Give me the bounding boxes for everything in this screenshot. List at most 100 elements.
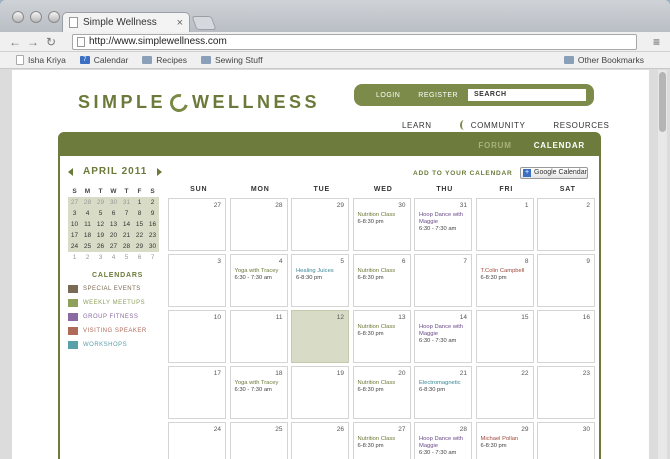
close-tab-icon[interactable]: × [177, 17, 183, 29]
mini-day[interactable]: 19 [94, 230, 107, 241]
mini-day[interactable]: 6 [133, 252, 146, 263]
mini-day[interactable]: 20 [107, 230, 120, 241]
forward-icon[interactable]: → [24, 35, 42, 49]
back-icon[interactable]: ← [6, 35, 24, 49]
mini-day[interactable]: 5 [94, 208, 107, 219]
mini-day[interactable]: 8 [133, 208, 146, 219]
day-cell[interactable]: 30 [537, 422, 595, 459]
next-month-icon[interactable] [157, 167, 163, 176]
mini-day[interactable]: 3 [68, 208, 81, 219]
minimize-window-button[interactable] [30, 11, 42, 23]
calendar-filter-item[interactable]: VISITING SPEAKER [68, 327, 147, 335]
register-link[interactable]: REGISTER [418, 92, 458, 99]
bookmark-calendar[interactable]: 7 Calendar [79, 55, 128, 65]
calendar-filter-item[interactable]: GROUP FITNESS [68, 313, 147, 321]
calendar-filter-item[interactable]: SPECIAL EVENTS [68, 285, 147, 293]
mini-day[interactable]: 6 [107, 208, 120, 219]
day-cell[interactable]: 29 [291, 198, 349, 251]
mini-day[interactable]: 27 [107, 241, 120, 252]
mini-day[interactable]: 29 [133, 241, 146, 252]
day-cell[interactable]: 14 Hoop Dance with Maggie 6:30 - 7:30 am [414, 310, 472, 363]
mini-day[interactable]: 29 [94, 197, 107, 208]
day-cell[interactable]: 20 Nutrition Class 6-8:30 pm [352, 366, 412, 419]
mini-day[interactable]: 9 [146, 208, 159, 219]
bookmark-isha-kriya[interactable]: Isha Kriya [16, 55, 66, 65]
day-cell[interactable]: 7 [414, 254, 472, 307]
mini-day[interactable]: 30 [107, 197, 120, 208]
event-entry[interactable]: Nutrition Class 6-8:30 pm [358, 380, 412, 394]
day-cell[interactable]: 25 [229, 422, 288, 459]
event-entry[interactable]: Nutrition Class 6-8:30 pm [358, 212, 412, 226]
mini-day[interactable]: 13 [107, 219, 120, 230]
day-cell[interactable]: 27 [168, 198, 226, 251]
day-cell[interactable]: 28 [229, 198, 288, 251]
mini-day[interactable]: 4 [107, 252, 120, 263]
event-entry[interactable]: Nutrition Class 6-8:30 pm [358, 436, 412, 450]
day-cell[interactable]: 29 Michael Pollan 6-8:30 pm [475, 422, 535, 459]
google-calendar-button[interactable]: + Google Calendar [520, 167, 588, 179]
mini-day[interactable]: 2 [81, 252, 94, 263]
calendar-filter-item[interactable]: WORKSHOPS [68, 341, 147, 349]
day-cell[interactable]: 27 Nutrition Class 6-8:30 pm [352, 422, 412, 459]
event-entry[interactable]: Michael Pollan 6-8:30 pm [481, 436, 535, 450]
tab-calendar[interactable]: CALENDAR [534, 141, 585, 150]
day-cell[interactable]: 23 [537, 366, 595, 419]
nav-community[interactable]: COMMUNITY [459, 120, 526, 130]
nav-learn[interactable]: LEARN [402, 120, 432, 130]
day-cell[interactable]: 17 [168, 366, 226, 419]
mini-day[interactable]: 5 [120, 252, 133, 263]
event-entry[interactable]: Healing Juices 6-8:30 pm [296, 268, 350, 282]
mini-day[interactable]: 10 [68, 219, 81, 230]
event-entry[interactable]: Nutrition Class 6-8:30 pm [358, 324, 412, 338]
day-cell[interactable]: 28 Hoop Dance with Maggie 6:30 - 7:30 am [414, 422, 472, 459]
mini-day[interactable]: 18 [81, 230, 94, 241]
mini-day[interactable]: 27 [68, 197, 81, 208]
site-logo[interactable]: SIMPLE WELLNESS [78, 90, 320, 115]
day-cell[interactable]: 24 [168, 422, 226, 459]
mini-day[interactable]: 1 [133, 197, 146, 208]
day-cell[interactable]: 19 [291, 366, 349, 419]
mini-day[interactable]: 17 [68, 230, 81, 241]
mini-day[interactable]: 16 [146, 219, 159, 230]
scrollbar[interactable] [658, 70, 667, 459]
calendar-filter-item[interactable]: WEEKLY MEETUPS [68, 299, 147, 307]
mini-day[interactable]: 25 [81, 241, 94, 252]
day-cell[interactable]: 9 [537, 254, 595, 307]
mini-day[interactable]: 31 [120, 197, 133, 208]
day-cell[interactable]: 18 Yoga with Tracey 6:30 - 7:30 am [229, 366, 289, 419]
day-cell[interactable]: 21 Electromagnetic 6-8:30 pm [414, 366, 472, 419]
event-entry[interactable]: Hoop Dance with Maggie 6:30 - 7:30 am [419, 212, 473, 233]
nav-resources[interactable]: RESOURCES [553, 120, 609, 130]
bookmark-sewing-stuff[interactable]: Sewing Stuff [201, 55, 263, 65]
event-entry[interactable]: Electromagnetic 6-8:30 pm [419, 380, 473, 394]
mini-day[interactable]: 14 [120, 219, 133, 230]
event-entry[interactable]: Yoga with Tracey 6:30 - 7:30 am [235, 268, 289, 282]
mini-day[interactable]: 3 [94, 252, 107, 263]
day-cell[interactable]: 13 Nutrition Class 6-8:30 pm [352, 310, 412, 363]
mini-day[interactable]: 30 [146, 241, 159, 252]
mini-day[interactable]: 21 [120, 230, 133, 241]
event-entry[interactable]: Hoop Dance with Maggie 6:30 - 7:30 am [419, 324, 473, 345]
day-cell[interactable]: 8 T.Colin Campbell 6-8:30 pm [475, 254, 535, 307]
day-cell[interactable]: 2 [537, 198, 595, 251]
day-cell[interactable]: 11 [229, 310, 288, 363]
event-entry[interactable]: Nutrition Class 6-8:30 pm [358, 268, 412, 282]
reload-icon[interactable]: ↻ [42, 35, 60, 49]
mini-day[interactable]: 26 [94, 241, 107, 252]
browser-tab[interactable]: Simple Wellness × [62, 12, 190, 32]
day-cell[interactable]: 1 [475, 198, 534, 251]
scrollbar-thumb[interactable] [659, 72, 666, 132]
event-entry[interactable]: Hoop Dance with Maggie 6:30 - 7:30 am [419, 436, 473, 457]
tab-forum[interactable]: FORUM [478, 141, 511, 150]
day-cell[interactable]: 6 Nutrition Class 6-8:30 pm [352, 254, 412, 307]
mini-day[interactable]: 15 [133, 219, 146, 230]
day-cell[interactable]: 16 [537, 310, 595, 363]
event-entry[interactable]: Yoga with Tracey 6:30 - 7:30 am [235, 380, 289, 394]
prev-month-icon[interactable] [68, 167, 73, 176]
mini-day[interactable]: 2 [146, 197, 159, 208]
address-bar[interactable]: http://www.simplewellness.com [72, 34, 637, 50]
mini-day[interactable]: 7 [146, 252, 159, 263]
day-cell[interactable]: 3 [168, 254, 226, 307]
day-cell[interactable]: 15 [475, 310, 534, 363]
event-entry[interactable]: T.Colin Campbell 6-8:30 pm [481, 268, 535, 282]
